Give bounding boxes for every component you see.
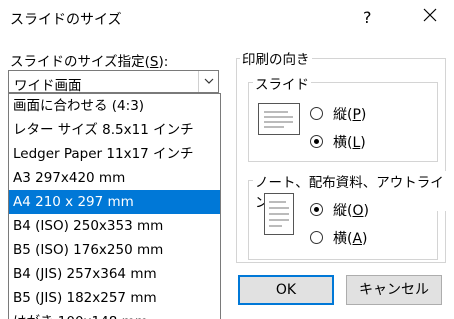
dialog-title: スライドのサイズ <box>10 12 122 28</box>
slide-landscape-radio[interactable] <box>310 135 323 148</box>
dropdown-option-selected[interactable]: A4 210 x 297 mm <box>9 190 220 214</box>
slide-size-select[interactable]: ワイド画面 <box>8 70 219 94</box>
dropdown-option[interactable]: B4 (JIS) 257x364 mm <box>9 262 220 286</box>
chevron-down-icon <box>204 78 213 84</box>
slide-size-label: スライドのサイズ指定(S): <box>10 54 169 70</box>
dropdown-option[interactable]: A3 297x420 mm <box>9 166 220 190</box>
help-button[interactable]: ? <box>363 8 372 27</box>
slide-size-dropdown-list[interactable]: 画面に合わせる (4:3) レター サイズ 8.5x11 インチ Ledger … <box>8 93 221 319</box>
slide-size-value: ワイド画面 <box>14 78 82 94</box>
dropdown-option[interactable]: 画面に合わせる (4:3) <box>9 94 220 118</box>
ok-button[interactable]: OK <box>238 275 334 305</box>
dropdown-option[interactable]: レター サイズ 8.5x11 インチ <box>9 118 220 142</box>
dropdown-option[interactable]: B5 (JIS) 182x257 mm <box>9 286 220 310</box>
dropdown-option[interactable]: Ledger Paper 11x17 インチ <box>9 142 220 166</box>
dropdown-option[interactable]: B4 (ISO) 250x353 mm <box>9 214 220 238</box>
dropdown-option[interactable]: はがき 100x148 mm <box>9 310 220 319</box>
close-button[interactable] <box>420 4 440 26</box>
notes-portrait-radio[interactable] <box>310 203 323 216</box>
slide-landscape-label[interactable]: 横(L) <box>333 132 366 152</box>
slide-portrait-label[interactable]: 縦(P) <box>333 104 366 124</box>
slide-orientation-title: スライド <box>253 73 311 93</box>
orientation-group-title: 印刷の向き <box>240 48 312 68</box>
notes-portrait-label[interactable]: 縦(O) <box>333 200 369 220</box>
dropdown-option[interactable]: B5 (ISO) 176x250 mm <box>9 238 220 262</box>
notes-landscape-label[interactable]: 横(A) <box>333 228 368 248</box>
landscape-page-icon <box>258 103 300 135</box>
notes-landscape-radio[interactable] <box>310 231 323 244</box>
close-icon <box>423 8 437 22</box>
slide-portrait-radio[interactable] <box>310 107 323 120</box>
portrait-page-icon <box>264 193 294 235</box>
dropdown-arrow[interactable] <box>198 71 218 92</box>
cancel-button[interactable]: キャンセル <box>346 275 442 305</box>
